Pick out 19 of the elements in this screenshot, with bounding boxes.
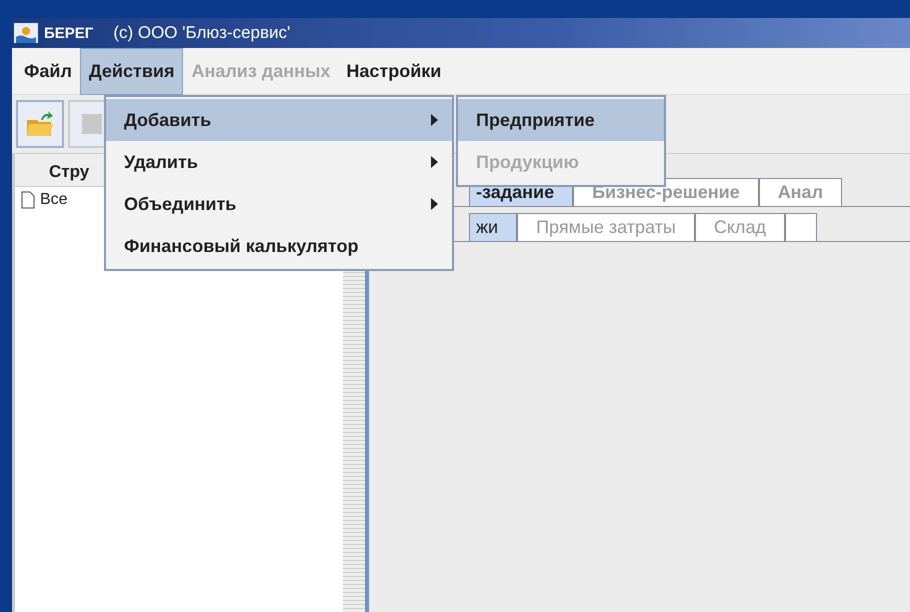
document-icon — [21, 191, 35, 209]
tab[interactable]: жи — [469, 213, 518, 241]
tab[interactable] — [784, 213, 817, 241]
menu-item[interactable]: Настройки — [338, 48, 450, 94]
submenu-arrow-icon — [431, 198, 438, 210]
submenu-arrow-icon — [431, 156, 438, 168]
menu-item[interactable]: Предприятие — [458, 99, 664, 141]
menu-item[interactable]: Финансовый калькулятор — [106, 225, 452, 267]
window-title: (c) ООО 'Блюз-сервис' — [113, 23, 290, 43]
logo-icon — [14, 23, 38, 43]
disabled-icon — [82, 114, 102, 134]
menu-item[interactable]: Файл — [16, 48, 80, 94]
open-folder-button[interactable] — [16, 100, 64, 148]
tree-item[interactable]: Все — [40, 191, 68, 209]
menu-item[interactable]: Добавить — [106, 99, 452, 141]
submenu-arrow-icon — [431, 114, 438, 126]
menu-item[interactable]: Действия — [80, 48, 184, 94]
app-name: БЕРЕГ — [44, 24, 94, 42]
folder-icon — [25, 110, 55, 138]
